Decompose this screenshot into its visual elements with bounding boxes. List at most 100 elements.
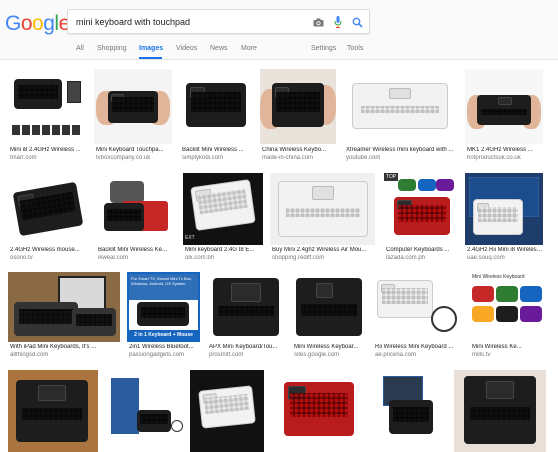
google-logo[interactable]: Google <box>5 12 70 36</box>
result-image[interactable]: TOP <box>384 173 458 245</box>
result-caption: Mini keyboard 2.4G I8 E... <box>185 247 255 253</box>
result-image[interactable] <box>190 370 264 452</box>
result-caption: 2.4GHz Rii Mini i8 Wireless K... <box>467 247 543 253</box>
tab-tools[interactable]: Tools <box>347 45 363 52</box>
result-source: prosmitt.com <box>209 352 244 358</box>
result-source: tmart.com <box>10 155 37 161</box>
result-tile[interactable]: Rii Wireless Mini Keyboard ... ae.pricen… <box>373 272 463 362</box>
result-caption: Backlit Mini Wireless Ke... <box>98 247 168 253</box>
active-tab-indicator <box>139 57 162 59</box>
result-tile[interactable]: Mini i8 2.4GHz Wireless ... tmart.com <box>8 69 86 165</box>
banner-bottom: 2 in 1 Keyboard + Mouse <box>129 330 198 340</box>
search-input[interactable] <box>76 14 296 30</box>
result-image[interactable] <box>373 370 445 452</box>
result-tile[interactable]: Xtreamer Wireless mini keyboard with ...… <box>344 69 457 165</box>
result-tile[interactable]: For Smart TV, Xiaomi Mini Tv Box, Window… <box>127 272 200 362</box>
result-image[interactable]: Mini Wireless Keyboard <box>470 272 546 342</box>
result-image[interactable] <box>8 272 120 342</box>
search-icon[interactable] <box>350 15 364 29</box>
result-caption: 2.4GHz Wireless mouse... <box>10 247 80 253</box>
result-caption: Buy Mini 2.4ghz Wireless Air Mou... <box>272 247 367 253</box>
result-caption: Mini i8 2.4GHz Wireless ... <box>10 147 81 153</box>
result-tile[interactable]: APX Mini Keyboard/Tou... prosmitt.com <box>207 272 285 362</box>
result-tile[interactable]: Buy Mini 2.4ghz Wireless Air Mou... shop… <box>270 173 375 265</box>
mic-icon[interactable] <box>331 15 345 29</box>
result-tile[interactable]: EXT Mini keyboard 2.4G I8 E... olx.com.b… <box>183 173 263 265</box>
result-tile[interactable] <box>107 370 189 452</box>
tab-shopping[interactable]: Shopping <box>97 45 127 52</box>
result-tile[interactable]: MK1 2.4GHz Wireless ... hotproductsuk.co… <box>465 69 543 165</box>
result-caption: With iPad Mini Keyboards, It's ... <box>10 344 97 350</box>
result-image[interactable] <box>373 272 463 342</box>
result-source: hotproductsuk.co.uk <box>467 155 521 161</box>
result-tile[interactable] <box>190 370 264 452</box>
result-caption: 2in1 Wireless Bluetoot... <box>129 344 194 350</box>
result-tile[interactable] <box>274 370 364 452</box>
result-tile[interactable]: TOP Computer Keyboards ... lazada.com.ph <box>384 173 458 265</box>
result-tile[interactable]: Mini Wireless Keyboard Mini Wireless Ke.… <box>470 272 546 362</box>
result-image[interactable] <box>96 173 176 245</box>
result-image[interactable] <box>292 272 366 342</box>
result-source: sites.google.com <box>294 352 340 358</box>
result-caption: MK1 2.4GHz Wireless ... <box>467 147 533 153</box>
result-caption: Xtreamer Wireless mini keyboard with ... <box>346 147 454 153</box>
result-tile[interactable]: Backlit Mini Wireless ... simplykodi.com <box>180 69 252 165</box>
result-image[interactable] <box>454 370 546 452</box>
tab-images[interactable]: Images <box>139 45 163 52</box>
result-tile[interactable]: Mini Keyboard Touchpa... tvboxcompany.co… <box>94 69 172 165</box>
result-tile[interactable]: 2.4GHz Rii Mini i8 Wireless K... uae.sou… <box>465 173 543 265</box>
result-source: mills.tv <box>472 352 491 358</box>
result-image[interactable] <box>207 272 285 342</box>
result-tile[interactable]: 2.4GHz Wireless mouse... osorio.tv <box>8 173 89 265</box>
result-tile[interactable]: With iPad Mini Keyboards, It's ... allth… <box>8 272 120 362</box>
result-source: olx.com.bh <box>185 255 215 261</box>
result-source: ikwear.com <box>98 255 129 261</box>
logo-letter: g <box>43 12 55 35</box>
result-image[interactable]: EXT <box>183 173 263 245</box>
result-source: uae.souq.com <box>467 255 505 261</box>
result-tile[interactable] <box>8 370 98 452</box>
result-source: passiongadgets.com <box>129 352 185 358</box>
result-tile[interactable]: Mini Wireless Keyboar... sites.google.co… <box>292 272 366 362</box>
result-image[interactable] <box>465 69 543 144</box>
result-source: simplykodi.com <box>182 155 224 161</box>
result-source: tvboxcompany.co.uk <box>96 155 151 161</box>
tab-videos[interactable]: Videos <box>176 45 197 52</box>
result-image[interactable] <box>180 69 252 144</box>
result-caption: Mini Wireless Keyboar... <box>294 344 359 350</box>
result-image[interactable] <box>8 370 98 452</box>
result-source: ae.pricena.com <box>375 352 417 358</box>
result-image[interactable]: For Smart TV, Xiaomi Mini Tv Box, Window… <box>127 272 200 342</box>
result-source: lazada.com.ph <box>386 255 426 261</box>
camera-icon[interactable] <box>311 15 325 29</box>
result-source: shopping.rediff.com <box>272 255 325 261</box>
tab-settings[interactable]: Settings <box>311 45 336 52</box>
result-image[interactable] <box>260 69 336 144</box>
result-image[interactable] <box>270 173 375 245</box>
result-image[interactable] <box>8 69 86 144</box>
result-image[interactable] <box>465 173 543 245</box>
search-box[interactable] <box>67 9 370 34</box>
logo-letter: G <box>5 12 21 35</box>
tab-all[interactable]: All <box>76 45 84 52</box>
result-tile[interactable]: Backlit Mini Wireless Ke... ikwear.com <box>96 173 176 265</box>
result-image[interactable] <box>94 69 172 144</box>
result-source: youtube.com <box>346 155 381 161</box>
result-tile[interactable] <box>454 370 546 452</box>
top-bar: Google All Shopping Images Videos News M… <box>0 0 558 60</box>
result-caption: China Wireless Keybo... <box>262 147 327 153</box>
result-image[interactable] <box>107 370 189 452</box>
result-tile[interactable]: China Wireless Keybo... made-in-china.co… <box>260 69 336 165</box>
result-image[interactable] <box>344 69 457 144</box>
result-caption: APX Mini Keyboard/Tou... <box>209 344 278 350</box>
result-source: osorio.tv <box>10 255 33 261</box>
result-caption: Mini Keyboard Touchpa... <box>96 147 164 153</box>
result-tile[interactable] <box>373 370 445 452</box>
result-caption: Rii Wireless Mini Keyboard ... <box>375 344 454 350</box>
result-image[interactable] <box>274 370 364 452</box>
logo-letter: o <box>32 12 44 35</box>
tab-news[interactable]: News <box>210 45 228 52</box>
tab-more[interactable]: More <box>241 45 257 52</box>
result-image[interactable] <box>8 173 89 245</box>
mini-kb-label: Mini Wireless Keyboard <box>472 274 525 280</box>
